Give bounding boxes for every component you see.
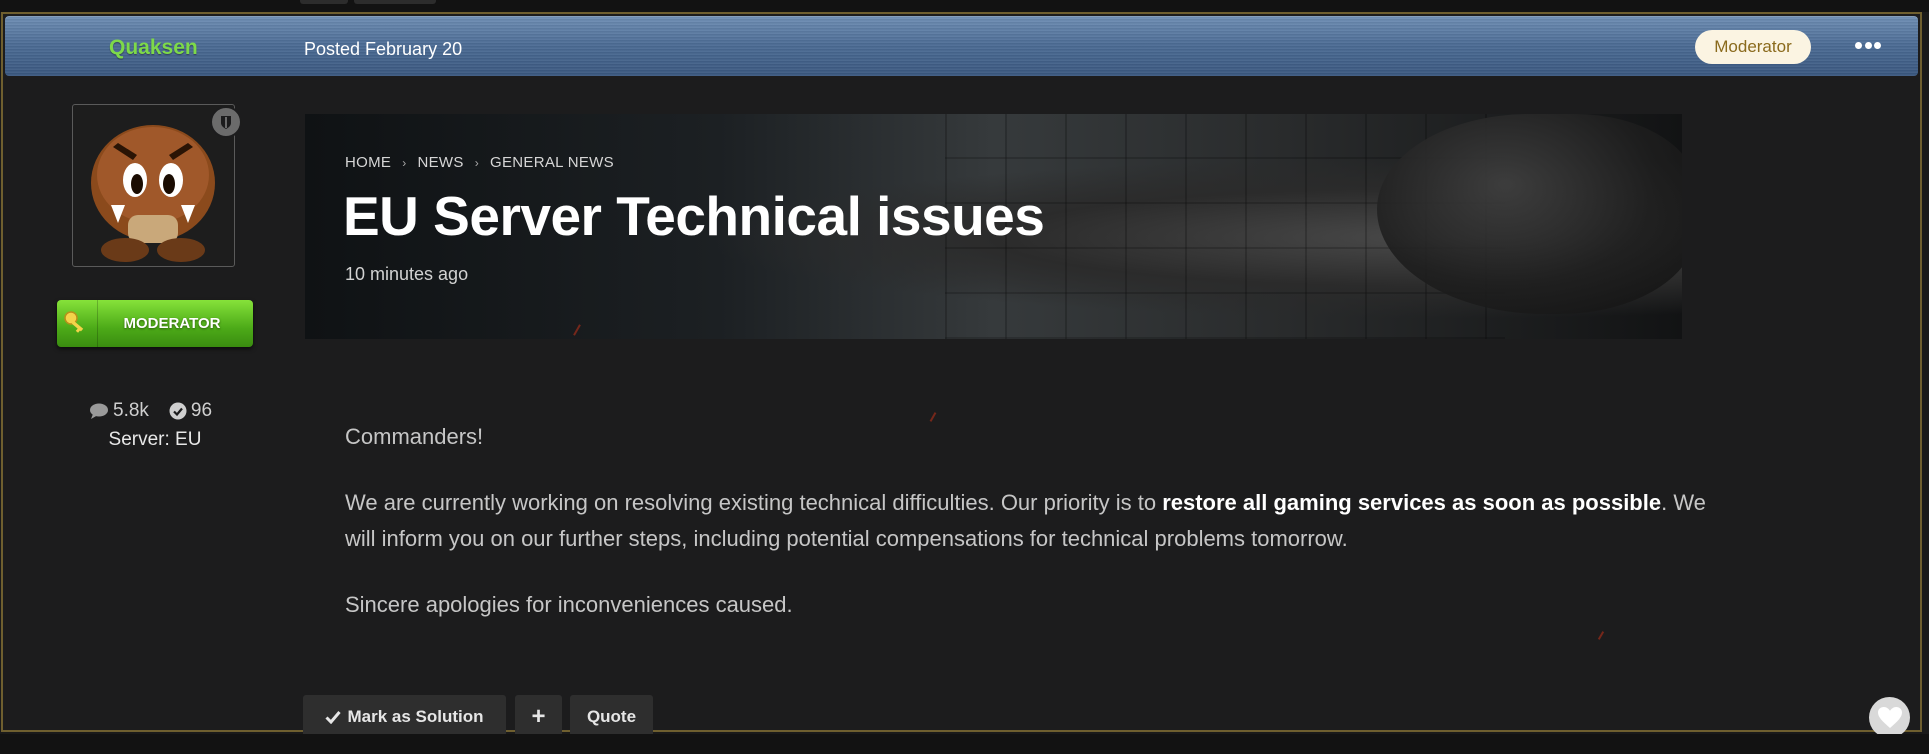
article-title: EU Server Technical issues	[343, 185, 1045, 247]
solutions-count: 96	[169, 400, 212, 422]
comment-icon	[90, 403, 108, 419]
breadcrumb-news[interactable]: NEWS	[418, 154, 464, 171]
add-button[interactable]: +	[515, 695, 562, 738]
post-date[interactable]: Posted February 20	[304, 39, 462, 60]
post-header: Quaksen Posted February 20 Moderator	[5, 16, 1918, 76]
posts-count: 5.8k	[89, 400, 149, 422]
news-banner[interactable]: HOME › NEWS › GENERAL NEWS EU Server Tec…	[305, 114, 1682, 339]
ellipsis-icon[interactable]	[1855, 42, 1881, 50]
breadcrumb-general-news[interactable]: GENERAL NEWS	[490, 154, 614, 171]
mark-as-solution-button[interactable]: Mark as Solution	[303, 695, 506, 738]
closing-paragraph: Sincere apologies for inconveniences cau…	[345, 592, 793, 617]
badge-label: MODERATOR	[123, 315, 221, 332]
top-tab	[354, 0, 436, 4]
chevron-right-icon: ›	[474, 155, 479, 170]
top-strip	[0, 0, 1929, 12]
top-tab	[300, 0, 348, 4]
avatar[interactable]	[72, 104, 242, 267]
greeting-paragraph: Commanders!	[345, 424, 484, 449]
author-name[interactable]: Quaksen	[109, 36, 198, 60]
chevron-right-icon: ›	[402, 155, 407, 170]
main-paragraph-bold: restore all gaming services as soon as p…	[1162, 490, 1662, 515]
main-paragraph: We are currently working on resolving ex…	[345, 485, 1725, 557]
moderator-badge: MODERATOR	[57, 300, 253, 347]
reaction-heart-button[interactable]	[1869, 697, 1910, 738]
key-icon	[57, 300, 98, 347]
quote-label: Quote	[586, 707, 637, 726]
article-time: 10 minutes ago	[345, 264, 469, 284]
bottom-strip	[0, 734, 1929, 754]
moderator-pill: Moderator	[1695, 30, 1811, 64]
breadcrumb-home[interactable]: HOME	[345, 154, 391, 171]
check-circle-icon	[169, 402, 187, 420]
main-paragraph-text: We are currently working on resolving ex…	[345, 490, 1163, 515]
check-icon	[325, 710, 342, 724]
post-content: Commanders! We are currently working on …	[345, 419, 1725, 653]
shield-icon	[210, 106, 242, 138]
plus-icon: +	[531, 703, 546, 730]
posts-count-value: 5.8k	[113, 400, 149, 421]
mark-as-solution-label: Mark as Solution	[347, 707, 484, 726]
breadcrumb: HOME › NEWS › GENERAL NEWS	[345, 154, 614, 171]
server-info: Server: EU	[108, 429, 202, 450]
solutions-count-value: 96	[190, 400, 213, 421]
heart-icon	[1877, 707, 1902, 728]
quote-button[interactable]: Quote	[570, 695, 653, 738]
author-stats: 5.8k 96	[89, 399, 239, 423]
post-container: Quaksen Posted February 20 Moderator MOD…	[1, 12, 1922, 738]
goomba-avatar-image	[91, 125, 215, 262]
